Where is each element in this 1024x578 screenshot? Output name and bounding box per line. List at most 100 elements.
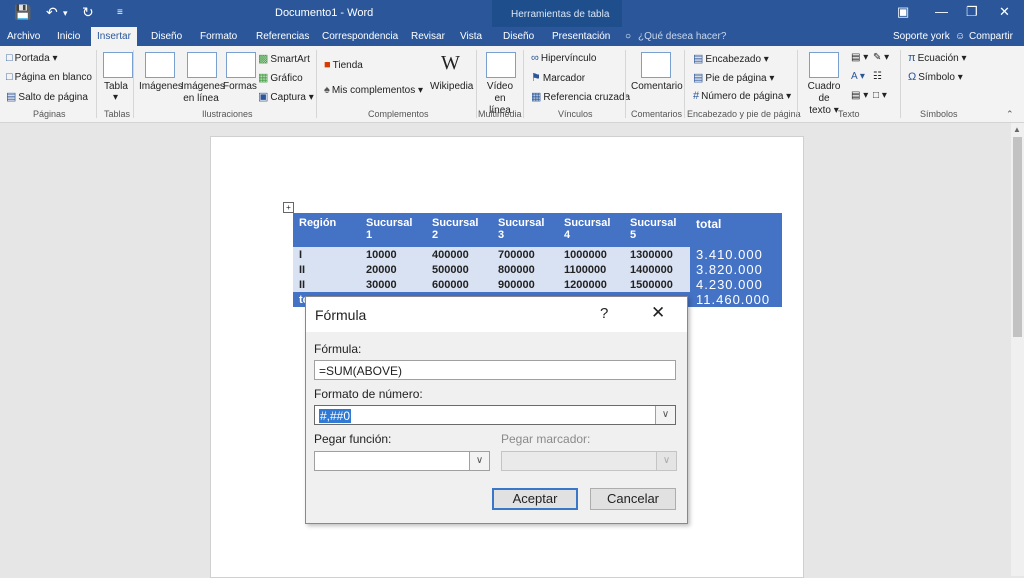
- table-header-cell[interactable]: Sucursal 3: [492, 213, 558, 247]
- scroll-thumb[interactable]: [1013, 137, 1022, 337]
- table-header-cell[interactable]: Región: [293, 213, 360, 247]
- table-icon[interactable]: [103, 52, 133, 78]
- table-header-cell[interactable]: Sucursal 2: [426, 213, 492, 247]
- quick-parts-icon[interactable]: ▤ ▾: [851, 52, 868, 63]
- table-cell[interactable]: 1400000: [624, 262, 690, 277]
- restore-icon[interactable]: ❐: [966, 4, 978, 20]
- vertical-scrollbar[interactable]: ▲: [1011, 123, 1024, 576]
- table-header-cell[interactable]: Sucursal 1: [360, 213, 426, 247]
- table-cell[interactable]: 1200000: [558, 277, 624, 292]
- table-cell[interactable]: 1000000: [558, 247, 624, 262]
- help-button[interactable]: ?: [600, 305, 608, 322]
- wikipedia-icon[interactable]: W: [441, 52, 460, 75]
- numero-de-pagina-button[interactable]: # Número de página ▾: [693, 90, 791, 102]
- formula-input[interactable]: =SUM(ABOVE): [314, 360, 676, 380]
- ribbon-display-icon[interactable]: ▣: [897, 4, 909, 20]
- date-time-icon[interactable]: ☷: [873, 71, 882, 82]
- table-cell[interactable]: 30000: [360, 277, 426, 292]
- table-cell[interactable]: 900000: [492, 277, 558, 292]
- table-cell[interactable]: I: [293, 247, 360, 262]
- table-cell[interactable]: 400000: [426, 247, 492, 262]
- table-total-cell[interactable]: 4.230.000: [690, 277, 782, 292]
- tab-table-diseno[interactable]: Diseño: [503, 31, 534, 42]
- simbolo-button[interactable]: Ω Símbolo ▾: [908, 71, 963, 83]
- tab-correspondencia[interactable]: Correspondencia: [322, 31, 398, 42]
- referencia-cruzada-button[interactable]: ▦ Referencia cruzada: [531, 90, 630, 103]
- ecuacion-button[interactable]: π Ecuación ▾: [908, 52, 967, 64]
- paste-function-select[interactable]: ∨: [314, 451, 490, 471]
- formas-button[interactable]: Formas: [223, 81, 257, 93]
- table-cell[interactable]: 1500000: [624, 277, 690, 292]
- number-format-select[interactable]: #,##0 ∨: [314, 405, 676, 425]
- salto-de-pagina-button[interactable]: ▤ Salto de página: [6, 90, 88, 103]
- shapes-icon[interactable]: [226, 52, 256, 78]
- comentario-button[interactable]: Comentario: [631, 81, 683, 93]
- undo-dropdown-icon[interactable]: ▾: [63, 8, 68, 19]
- table-cell[interactable]: 800000: [492, 262, 558, 277]
- scroll-up-icon[interactable]: ▲: [1013, 125, 1021, 134]
- tab-archivo[interactable]: Archivo: [7, 31, 40, 42]
- share-button[interactable]: Compartir: [969, 31, 1013, 42]
- table-cell[interactable]: 1300000: [624, 247, 690, 262]
- undo-icon[interactable]: ↶: [46, 4, 58, 21]
- table-move-handle-icon[interactable]: +: [283, 202, 294, 213]
- object-icon[interactable]: □ ▾: [873, 90, 887, 101]
- tab-referencias[interactable]: Referencias: [256, 31, 309, 42]
- table-header-cell[interactable]: Sucursal 4: [558, 213, 624, 247]
- online-video-icon[interactable]: [486, 52, 516, 78]
- tab-presentacion[interactable]: Presentación: [552, 31, 610, 42]
- drop-cap-icon[interactable]: ▤ ▾: [851, 90, 868, 101]
- table-cell[interactable]: II: [293, 277, 360, 292]
- table-total-cell[interactable]: 3.410.000: [690, 247, 782, 262]
- pie-de-pagina-button[interactable]: ▤ Pie de página ▾: [693, 71, 774, 84]
- tienda-button[interactable]: ■ Tienda: [324, 59, 363, 71]
- pictures-icon[interactable]: [145, 52, 175, 78]
- marcador-button[interactable]: ⚑ Marcador: [531, 71, 585, 84]
- customize-qat-icon[interactable]: ≡: [117, 7, 123, 18]
- tab-inicio[interactable]: Inicio: [57, 31, 80, 42]
- grafico-button[interactable]: ▦ Gráfico: [258, 71, 303, 84]
- table-total-cell[interactable]: 3.820.000: [690, 262, 782, 277]
- ok-button[interactable]: Aceptar: [492, 488, 578, 510]
- close-icon[interactable]: ✕: [651, 303, 665, 323]
- data-table[interactable]: Región Sucursal 1 Sucursal 2 Sucursal 3 …: [293, 213, 782, 307]
- chevron-down-icon[interactable]: ∨: [469, 452, 489, 470]
- table-cell[interactable]: 500000: [426, 262, 492, 277]
- user-name[interactable]: Soporte york: [893, 31, 950, 42]
- table-cell[interactable]: 700000: [492, 247, 558, 262]
- tab-formato[interactable]: Formato: [200, 31, 237, 42]
- table-header-cell[interactable]: total: [690, 213, 782, 247]
- cancel-button[interactable]: Cancelar: [590, 488, 676, 510]
- hipervinculo-button[interactable]: ∞ Hipervínculo: [531, 52, 596, 64]
- portada-button[interactable]: □ Portada ▾: [6, 52, 58, 64]
- tab-vista[interactable]: Vista: [460, 31, 482, 42]
- collapse-ribbon-icon[interactable]: ⌃: [1006, 109, 1014, 120]
- tell-me-input[interactable]: ¿Qué desea hacer?: [638, 31, 726, 42]
- table-cell[interactable]: II: [293, 262, 360, 277]
- table-total-cell[interactable]: 11.460.000: [690, 292, 782, 307]
- share-icon[interactable]: ☺: [955, 31, 965, 42]
- tab-diseno[interactable]: Diseño: [151, 31, 182, 42]
- tab-revisar[interactable]: Revisar: [411, 31, 445, 42]
- chevron-down-icon[interactable]: ∨: [655, 406, 675, 424]
- encabezado-button[interactable]: ▤ Encabezado ▾: [693, 52, 769, 65]
- comment-icon[interactable]: [641, 52, 671, 78]
- close-window-icon[interactable]: ✕: [999, 4, 1010, 20]
- save-icon[interactable]: 💾: [14, 4, 31, 21]
- captura-button[interactable]: ▣ Captura ▾: [258, 90, 314, 103]
- tabla-dropdown-icon[interactable]: ▾: [113, 92, 118, 104]
- redo-icon[interactable]: ↻: [82, 4, 94, 21]
- mis-complementos-button[interactable]: ♠ Mis complementos ▾: [324, 84, 423, 96]
- pagina-en-blanco-button[interactable]: □ Página en blanco: [6, 71, 92, 83]
- table-header-cell[interactable]: Sucursal 5: [624, 213, 690, 247]
- table-cell[interactable]: 1100000: [558, 262, 624, 277]
- signature-line-icon[interactable]: ✎ ▾: [873, 52, 889, 63]
- wikipedia-button[interactable]: Wikipedia: [430, 81, 473, 93]
- imagenes-en-linea-button[interactable]: Imágenes en línea: [181, 81, 225, 105]
- imagenes-button[interactable]: Imágenes: [139, 81, 183, 93]
- table-cell[interactable]: 20000: [360, 262, 426, 277]
- tab-insertar[interactable]: Insertar: [91, 27, 137, 46]
- smartart-button[interactable]: ▩ SmartArt: [258, 52, 310, 65]
- online-pictures-icon[interactable]: [187, 52, 217, 78]
- text-box-icon[interactable]: [809, 52, 839, 78]
